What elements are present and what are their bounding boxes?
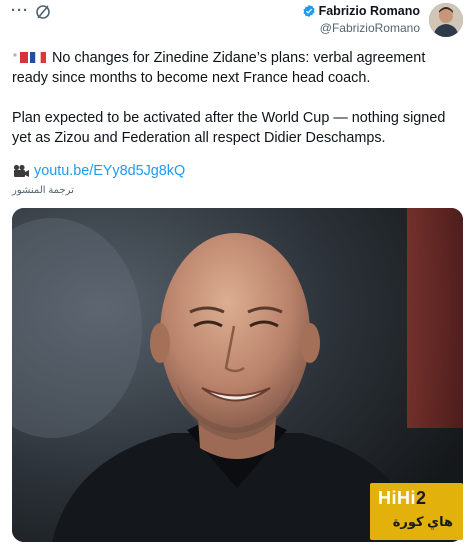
malta-flag-icon [12, 52, 28, 63]
tweet-header: ··· Fabrizio Romano @FabrizioRomano [0, 0, 475, 44]
tweet-paragraph-1: No changes for Zinedine Zidane’s plans: … [12, 48, 462, 88]
tweet-text-1: No changes for Zinedine Zidane’s plans: … [12, 50, 426, 86]
more-horizontal-icon[interactable]: ··· [11, 2, 29, 19]
watermark-title: HiHi2 [378, 488, 427, 508]
translate-post-link[interactable]: ترجمة المنشور [12, 185, 74, 196]
tweet-paragraph-2: Plan expected to be activated after the … [12, 110, 446, 146]
author-block[interactable]: Fabrizio Romano @FabrizioRomano [302, 4, 420, 35]
link-text[interactable]: youtu.be/EYy8d5Jg8kQ [34, 163, 185, 179]
avatar[interactable] [429, 3, 463, 37]
watermark-subtitle: هاي كورة [392, 514, 453, 529]
tweet-body: No changes for Zinedine Zidane’s plans: … [12, 48, 462, 148]
author-name[interactable]: Fabrizio Romano [319, 4, 420, 18]
grok-slash-icon[interactable] [35, 4, 51, 20]
video-camera-icon [13, 164, 29, 177]
video-link[interactable]: youtu.be/EYy8d5Jg8kQ [12, 163, 185, 179]
site-watermark-logo: HiHi2 هاي كورة [370, 483, 463, 540]
verified-badge-icon [303, 4, 315, 18]
author-handle[interactable]: @FabrizioRomano [302, 21, 420, 35]
france-flag-icon [30, 52, 46, 63]
